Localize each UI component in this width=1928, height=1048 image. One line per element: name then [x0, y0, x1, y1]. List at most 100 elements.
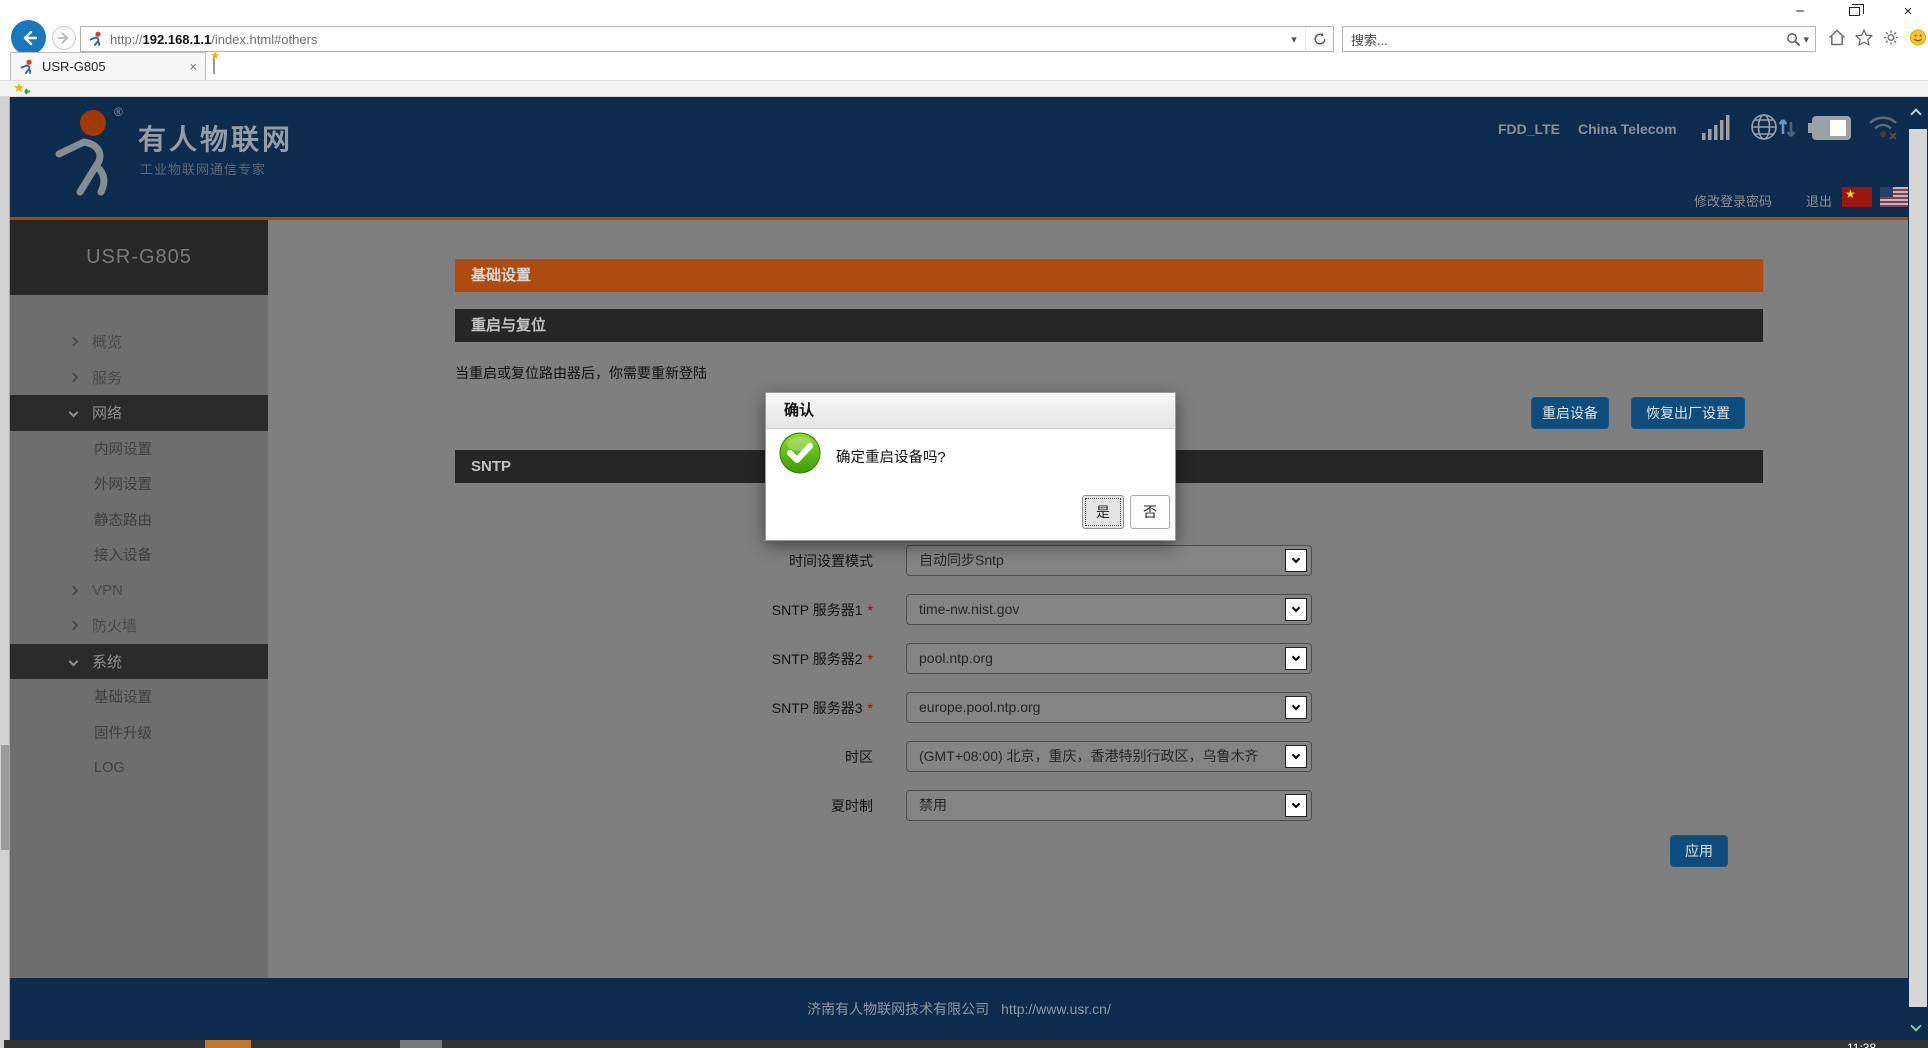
right-scrollbar[interactable] [1908, 97, 1928, 1040]
scroll-down-icon[interactable] [1910, 1020, 1921, 1031]
select-dropdown-button[interactable] [1285, 598, 1307, 621]
sidebar-item-firmware-upgrade[interactable]: 固件升级 [10, 715, 268, 751]
forward-button[interactable] [52, 26, 76, 50]
required-asterisk: * [868, 651, 873, 667]
sidebar-item-services[interactable]: 服务 [10, 360, 268, 396]
chevron-down-icon [1292, 604, 1300, 612]
home-icon[interactable] [1828, 29, 1846, 46]
search-dropdown-icon[interactable]: ▾ [1803, 33, 1809, 46]
select-dropdown-button[interactable] [1285, 647, 1307, 670]
select-value-time-mode: 自动同步Sntp [907, 546, 1311, 575]
dialog-yes-button[interactable]: 是 [1082, 495, 1124, 529]
chinese-language-flag[interactable]: ★ [1842, 187, 1872, 207]
close-button[interactable]: × [1894, 0, 1922, 22]
add-favorite-icon[interactable]: ★ [13, 80, 25, 96]
sidebar-item-firewall[interactable]: 防火墙 [10, 608, 268, 644]
url-scheme: http:// [110, 32, 143, 47]
restore-button[interactable] [1840, 0, 1868, 22]
select-sntp-server-2[interactable]: pool.ntp.org [906, 643, 1312, 674]
select-dropdown-button[interactable] [1285, 794, 1307, 817]
restart-note: 当重启或复位路由器后，你需要重新登陆 [455, 363, 707, 383]
footer-url[interactable]: http://www.usr.cn/ [1001, 1001, 1111, 1017]
sidebar-item-label: VPN [92, 582, 123, 599]
select-time-mode[interactable]: 自动同步Sntp [906, 545, 1312, 576]
select-dropdown-button[interactable] [1285, 745, 1307, 768]
select-dst[interactable]: 禁用 [906, 790, 1312, 821]
address-bar[interactable]: http://192.168.1.1/index.html#others ▾ [80, 26, 1334, 52]
tab-title: USR-G805 [42, 59, 106, 74]
left-scrollbar-thumb[interactable] [1, 745, 9, 850]
field-label-sntp-server-1: SNTP 服务器1* [268, 600, 873, 620]
refresh-button[interactable] [1305, 27, 1333, 51]
sidebar-item-system[interactable]: 系统 [10, 644, 268, 680]
tab-usr-g805[interactable]: USR-G805 × [10, 52, 206, 80]
logout-link[interactable]: 退出 [1806, 191, 1832, 210]
sidebar-item-lan-settings[interactable]: 内网设置 [10, 431, 268, 467]
sidebar-item-network[interactable]: 网络 [10, 395, 268, 431]
chevron-down-icon [1292, 555, 1300, 563]
chevron-down-icon [1292, 653, 1300, 661]
minimize-button[interactable]: − [1786, 0, 1814, 22]
select-dropdown-button[interactable] [1285, 549, 1307, 572]
chevron-right-icon [69, 372, 79, 382]
confirm-dialog: 确认 确定重启设备吗? 是 否 [765, 392, 1176, 541]
chevron-down-icon [1292, 702, 1300, 710]
select-timezone[interactable]: (GMT+08:00) 北京，重庆，香港特别行政区，乌鲁木齐 [906, 741, 1312, 772]
sidebar-item-label: 网络 [92, 402, 122, 423]
sidebar-item-wan-settings[interactable]: 外网设置 [10, 466, 268, 502]
required-asterisk: * [868, 700, 873, 716]
taskbar-clock: 11:38 [1847, 1041, 1876, 1048]
select-sntp-server-1[interactable]: time-nw.nist.gov [906, 594, 1312, 625]
sidebar-item-label: 内网设置 [94, 438, 152, 459]
sidebar-item-label: 外网设置 [94, 473, 152, 494]
sidebar-item-log[interactable]: LOG [10, 750, 268, 786]
sidebar-item-vpn[interactable]: VPN [10, 573, 268, 609]
sidebar-item-basic-settings[interactable]: 基础设置 [10, 679, 268, 715]
apply-button[interactable]: 应用 [1670, 835, 1728, 867]
left-scrollbar[interactable] [0, 97, 10, 1048]
chevron-right-icon [69, 621, 79, 631]
scroll-up-icon[interactable] [1910, 108, 1921, 119]
search-input[interactable]: 搜索... ▾ [1342, 26, 1816, 52]
smiley-feedback-icon[interactable] [1909, 29, 1927, 46]
usr-logo-icon [46, 106, 124, 198]
restart-device-button[interactable]: 重启设备 [1531, 397, 1609, 429]
change-password-link[interactable]: 修改登录密码 [1694, 191, 1772, 210]
select-value-sntp-server-3: europe.pool.ntp.org [907, 693, 1311, 722]
favorites-star-icon[interactable] [1855, 29, 1873, 46]
select-sntp-server-3[interactable]: europe.pool.ntp.org [906, 692, 1312, 723]
form-row-time-mode: 时间设置模式自动同步Sntp [268, 545, 1908, 576]
tab-close-icon[interactable]: × [189, 59, 197, 74]
form-row-sntp-server-2: SNTP 服务器2*pool.ntp.org [268, 643, 1908, 674]
select-dropdown-button[interactable] [1285, 696, 1307, 719]
url-domain: 192.168.1.1 [143, 32, 212, 47]
wifi-disabled-icon [1866, 113, 1902, 143]
form-row-timezone: 时区(GMT+08:00) 北京，重庆，香港特别行政区，乌鲁木齐 [268, 741, 1908, 772]
sidebar-item-overview[interactable]: 概览 [10, 324, 268, 360]
forward-arrow-icon [57, 31, 71, 45]
sidebar-item-label: 静态路由 [94, 509, 152, 530]
sidebar-item-access-devices[interactable]: 接入设备 [10, 537, 268, 573]
sidebar-item-static-route[interactable]: 静态路由 [10, 502, 268, 538]
gear-icon[interactable] [1882, 29, 1900, 46]
site-favicon [88, 31, 104, 47]
network-data-globe-icon [1750, 112, 1796, 144]
sidebar-menu: 概览服务网络内网设置外网设置静态路由接入设备 VPN 防火墙系统基础设置固件升级LO… [10, 324, 268, 786]
dialog-no-button[interactable]: 否 [1130, 495, 1170, 529]
chevron-down-icon [69, 408, 79, 418]
select-value-timezone: (GMT+08:00) 北京，重庆，香港特别行政区，乌鲁木齐 [907, 742, 1311, 771]
new-tab-button[interactable]: ★ [213, 56, 233, 76]
back-button[interactable] [11, 20, 46, 55]
dialog-message: 确定重启设备吗? [836, 446, 946, 467]
registered-mark: ® [114, 105, 123, 119]
english-language-flag[interactable] [1880, 187, 1910, 207]
chevron-down-icon [1292, 800, 1300, 808]
search-icon[interactable] [1786, 32, 1801, 47]
select-value-dst: 禁用 [907, 791, 1311, 820]
browser-window: − × http://192.168.1.1/index.html#others… [0, 0, 1928, 1048]
right-scrollbar-thumb[interactable] [1909, 129, 1927, 1007]
url-dropdown-icon[interactable]: ▾ [1283, 33, 1305, 46]
factory-reset-button[interactable]: 恢复出厂设置 [1631, 397, 1745, 429]
sntp-form: 时间设置模式自动同步Sntp SNTP 服务器1* time-nw.nist.gov… [268, 545, 1908, 839]
page-footer: 济南有人物联网技术有限公司 http://www.usr.cn/ [10, 978, 1908, 1040]
